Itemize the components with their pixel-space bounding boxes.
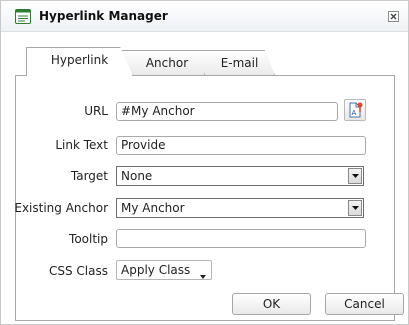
tooltip-input[interactable] [116, 229, 366, 248]
css-class-select[interactable]: Apply Class [116, 260, 212, 280]
dialog-titlebar: Hyperlink Manager [1, 1, 408, 32]
url-input[interactable]: #My Anchor [116, 102, 338, 121]
url-label: URL [84, 104, 108, 118]
document-picker-icon[interactable]: A [344, 99, 366, 121]
svg-text:A: A [352, 109, 357, 117]
link-text-input[interactable]: Provide [116, 136, 366, 155]
existing-anchor-select-value: My Anchor [121, 201, 185, 215]
hyperlink-manager-dialog: Hyperlink Manager Hyperlink Anchor E-mai… [0, 0, 409, 325]
tab-hyperlink-label: Hyperlink [50, 53, 109, 67]
chevron-down-icon [200, 268, 206, 282]
existing-anchor-select[interactable]: My Anchor [116, 198, 364, 218]
css-class-select-value: Apply Class [121, 263, 191, 277]
target-label: Target [70, 169, 108, 183]
tab-hyperlink[interactable]: Hyperlink [26, 47, 133, 76]
existing-anchor-label: Existing Anchor [14, 201, 108, 215]
link-text-label: Link Text [55, 138, 108, 152]
tab-strip: Hyperlink Anchor E-mail [15, 46, 395, 76]
cancel-button[interactable]: Cancel [325, 293, 404, 315]
target-select-value: None [121, 169, 153, 183]
dialog-title: Hyperlink Manager [39, 9, 168, 23]
css-class-label: CSS Class [49, 264, 108, 278]
hyperlink-manager-icon [15, 9, 31, 24]
tooltip-label: Tooltip [69, 232, 108, 246]
target-select[interactable]: None [116, 166, 364, 186]
existing-anchor-dropdown-arrow-icon[interactable] [348, 200, 362, 216]
close-icon[interactable] [388, 11, 399, 22]
tab-anchor-label: Anchor [145, 56, 189, 70]
tab-anchor[interactable]: Anchor [119, 50, 205, 75]
ok-button[interactable]: OK [232, 293, 311, 315]
tab-email-label: E-mail [220, 56, 259, 70]
target-dropdown-arrow-icon[interactable] [348, 168, 362, 184]
